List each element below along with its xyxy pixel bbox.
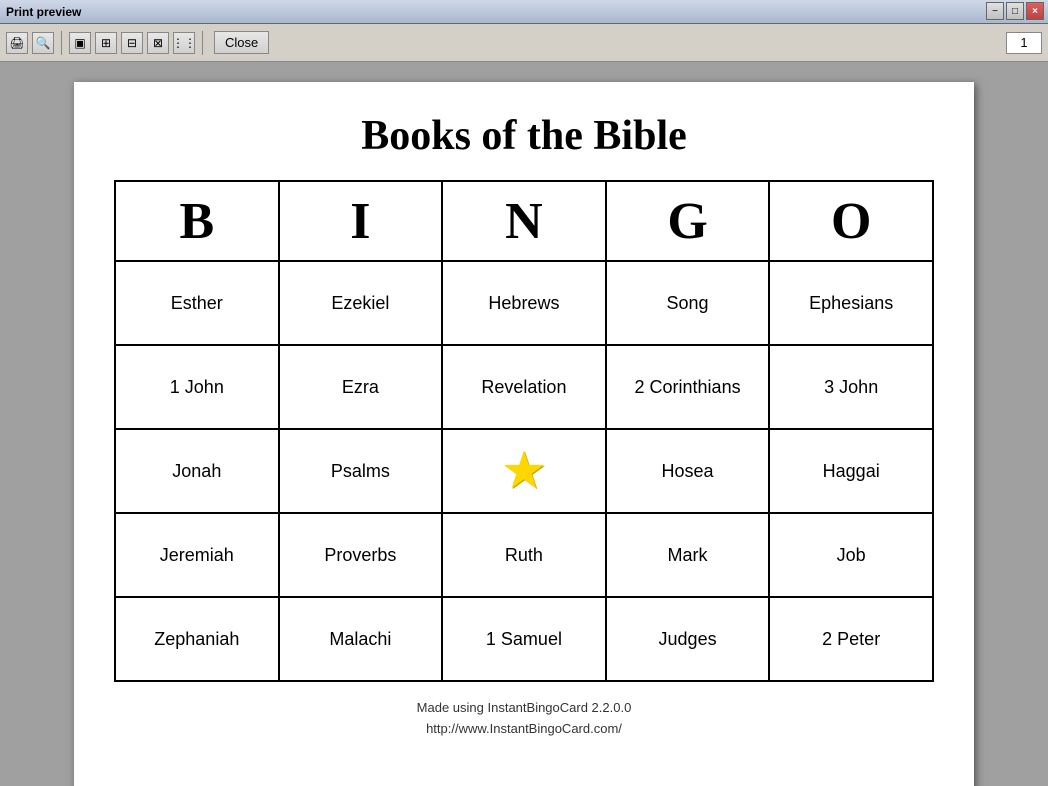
cell-0-2: Hebrews [442, 261, 606, 345]
paper: Books of the Bible B I N G O Esther Ezek… [74, 82, 974, 786]
header-o: O [769, 181, 933, 261]
table-row: Jeremiah Proverbs Ruth Mark Job [115, 513, 933, 597]
cell-1-1: Ezra [279, 345, 443, 429]
cell-4-1: Malachi [279, 597, 443, 681]
zoom-icon[interactable]: 🔍 [32, 32, 54, 54]
content-area: Books of the Bible B I N G O Esther Ezek… [0, 62, 1048, 786]
cell-3-4: Job [769, 513, 933, 597]
card-title: Books of the Bible [361, 112, 687, 160]
toolbar: 🖨 🔍 ▣ ⊞ ⊟ ⊠ ⋮⋮ Close Page [0, 24, 1048, 62]
header-g: G [606, 181, 770, 261]
view-icon-2[interactable]: ⊞ [95, 32, 117, 54]
cell-1-3: 2 Corinthians [606, 345, 770, 429]
cell-3-3: Mark [606, 513, 770, 597]
page-controls: Page [1012, 35, 1042, 50]
cell-4-2: 1 Samuel [442, 597, 606, 681]
cell-2-1: Psalms [279, 429, 443, 513]
separator-2 [202, 31, 203, 55]
title-bar: Print preview − □ × [0, 0, 1048, 24]
print-icon[interactable]: 🖨 [6, 32, 28, 54]
cell-2-4: Haggai [769, 429, 933, 513]
bingo-header-row: B I N G O [115, 181, 933, 261]
cell-0-4: Ephesians [769, 261, 933, 345]
cell-0-1: Ezekiel [279, 261, 443, 345]
cell-1-0: 1 John [115, 345, 279, 429]
cell-2-3: Hosea [606, 429, 770, 513]
separator-1 [61, 31, 62, 55]
page-input[interactable] [1006, 32, 1042, 54]
table-row: Jonah Psalms ★ Hosea Haggai [115, 429, 933, 513]
cell-1-4: 3 John [769, 345, 933, 429]
cell-0-0: Esther [115, 261, 279, 345]
view-icon-5[interactable]: ⋮⋮ [173, 32, 195, 54]
window-title: Print preview [6, 5, 81, 19]
table-row: Esther Ezekiel Hebrews Song Ephesians [115, 261, 933, 345]
footer: Made using InstantBingoCard 2.2.0.0 http… [417, 698, 632, 740]
view-icon-4[interactable]: ⊠ [147, 32, 169, 54]
header-b: B [115, 181, 279, 261]
close-button[interactable]: Close [214, 31, 269, 54]
free-space-cell: ★ [442, 429, 606, 513]
star-icon: ★ [501, 445, 548, 497]
maximize-button[interactable]: □ [1006, 2, 1024, 20]
view-icon-1[interactable]: ▣ [69, 32, 91, 54]
table-row: 1 John Ezra Revelation 2 Corinthians 3 J… [115, 345, 933, 429]
cell-3-1: Proverbs [279, 513, 443, 597]
minimize-button[interactable]: − [986, 2, 1004, 20]
header-n: N [442, 181, 606, 261]
cell-3-0: Jeremiah [115, 513, 279, 597]
window-controls: − □ × [986, 2, 1044, 20]
cell-2-0: Jonah [115, 429, 279, 513]
footer-line1: Made using InstantBingoCard 2.2.0.0 [417, 698, 632, 719]
cell-3-2: Ruth [442, 513, 606, 597]
cell-4-4: 2 Peter [769, 597, 933, 681]
view-icon-3[interactable]: ⊟ [121, 32, 143, 54]
window-close-button[interactable]: × [1026, 2, 1044, 20]
cell-0-3: Song [606, 261, 770, 345]
footer-line2: http://www.InstantBingoCard.com/ [417, 719, 632, 740]
cell-4-0: Zephaniah [115, 597, 279, 681]
bingo-table: B I N G O Esther Ezekiel Hebrews Song Ep… [114, 180, 934, 682]
cell-1-2: Revelation [442, 345, 606, 429]
table-row: Zephaniah Malachi 1 Samuel Judges 2 Pete… [115, 597, 933, 681]
cell-4-3: Judges [606, 597, 770, 681]
header-i: I [279, 181, 443, 261]
